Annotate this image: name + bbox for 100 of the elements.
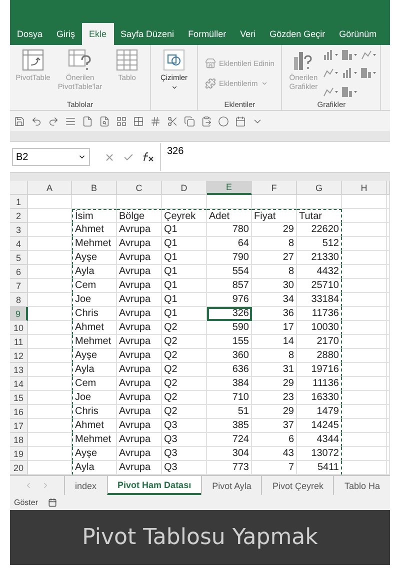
shapes-icon [163, 49, 185, 71]
grid-cell [342, 251, 387, 265]
table-cell: 23 [252, 391, 297, 405]
row-header[interactable]: 10 [10, 321, 28, 335]
calendar-icon[interactable] [235, 116, 246, 126]
row-header[interactable]: 15 [10, 391, 28, 405]
column-header[interactable]: B [72, 181, 117, 195]
table-cell: 22620 [297, 223, 342, 237]
table-cell: 512 [297, 237, 342, 251]
hash-icon[interactable] [150, 116, 161, 126]
column-header[interactable]: C [117, 181, 162, 195]
grid-cell [28, 405, 72, 419]
table-cell: Q1 [162, 307, 207, 321]
row-header[interactable]: 1 [10, 195, 28, 209]
sheet-tab[interactable]: Pivot Ham Datası [106, 476, 202, 495]
paste-icon[interactable] [201, 116, 212, 126]
table-cell: Q2 [162, 335, 207, 349]
table-cell: Chris [72, 405, 117, 419]
chart-icon[interactable] [323, 50, 340, 60]
table-cell: 976 [207, 293, 252, 307]
row-header[interactable]: 12 [10, 349, 28, 363]
row-header[interactable]: 16 [10, 405, 28, 419]
copy-icon[interactable] [184, 116, 195, 126]
row-header[interactable]: 20 [10, 461, 28, 475]
align-icon[interactable] [65, 116, 76, 126]
table-cell: 10030 [297, 321, 342, 335]
ribbon-tab[interactable]: Sayfa Düzeni [114, 23, 182, 45]
column-header[interactable]: D [162, 181, 207, 195]
enter-icon[interactable] [123, 152, 134, 162]
grid-cell [342, 279, 387, 293]
grid-icon[interactable] [116, 116, 127, 126]
column-header[interactable]: F [252, 181, 297, 195]
grid-cell [28, 209, 72, 223]
function-icon[interactable] [142, 152, 154, 162]
row-header[interactable]: 5 [10, 251, 28, 265]
table-cell: Ayşe [72, 349, 117, 363]
banner-title: Pivot Tablosu Yapmak [82, 525, 318, 550]
row-header[interactable]: 9 [10, 307, 28, 321]
preview-icon[interactable] [99, 116, 110, 126]
grid-cell [342, 433, 387, 447]
table-cell: 31 [252, 363, 297, 377]
row-header[interactable]: 7 [10, 279, 28, 293]
grid-cell [207, 195, 252, 209]
table-cell: Avrupa [117, 419, 162, 433]
row-header[interactable]: 6 [10, 265, 28, 279]
grid-cell [28, 447, 72, 461]
table-cell: Cem [72, 279, 117, 293]
borders-icon[interactable] [133, 116, 144, 126]
formula-field[interactable]: 326 [160, 143, 390, 171]
table-cell: 384 [207, 377, 252, 391]
ribbon-tab[interactable]: Görünüm [332, 23, 384, 45]
row-header[interactable]: 2 [10, 209, 28, 223]
chart-icon[interactable] [361, 68, 378, 78]
row-header[interactable]: 3 [10, 223, 28, 237]
row-header[interactable]: 11 [10, 335, 28, 349]
grid-cell [342, 405, 387, 419]
calendar-icon[interactable] [48, 498, 58, 507]
cut-icon[interactable] [167, 116, 178, 126]
chart-icon[interactable] [342, 50, 358, 60]
save-icon[interactable] [14, 116, 25, 126]
page-icon[interactable] [82, 116, 93, 126]
column-header[interactable]: H [342, 181, 387, 195]
column-header[interactable]: A [28, 181, 72, 195]
ribbon-tab[interactable]: Formüller [181, 23, 234, 45]
table-cell: 64 [207, 237, 252, 251]
row-header[interactable]: 17 [10, 419, 28, 433]
table-cell: 8 [252, 265, 297, 279]
table-cell: 724 [207, 433, 252, 447]
chart-icon[interactable] [323, 86, 340, 97]
grid-cell [28, 307, 72, 321]
redo-icon[interactable] [48, 116, 59, 126]
row-header[interactable]: 13 [10, 363, 28, 377]
ribbon-tab[interactable]: Dosya [10, 23, 50, 45]
row-header[interactable]: 19 [10, 447, 28, 461]
table-cell: 27 [252, 251, 297, 265]
ribbon-tab[interactable]: Giriş [50, 23, 82, 45]
name-box[interactable]: B2 [12, 148, 90, 166]
chart-icon[interactable] [323, 68, 340, 78]
circle-icon[interactable] [218, 116, 229, 126]
table-cell: Avrupa [117, 377, 162, 391]
row-header[interactable]: 4 [10, 237, 28, 251]
grid-cell [28, 251, 72, 265]
table-cell: 1479 [297, 405, 342, 419]
cancel-icon[interactable] [104, 152, 115, 162]
column-header[interactable]: E [207, 181, 252, 195]
chart-icon[interactable] [342, 86, 358, 97]
chart-icon[interactable] [342, 68, 358, 78]
table-cell: Avrupa [117, 293, 162, 307]
table-cell: 36 [252, 307, 297, 321]
chart-icon[interactable] [361, 50, 378, 60]
row-header[interactable]: 14 [10, 377, 28, 391]
table-cell: Ayla [72, 265, 117, 279]
undo-icon[interactable] [31, 116, 42, 126]
ribbon-tab[interactable]: Veri [233, 23, 263, 45]
row-header[interactable]: 8 [10, 293, 28, 307]
table-cell: 385 [207, 419, 252, 433]
ribbon-tab[interactable]: Gözden Geçir [262, 23, 332, 45]
row-header[interactable]: 18 [10, 433, 28, 447]
ribbon-tab[interactable]: Ekle [82, 23, 114, 45]
column-header[interactable]: G [297, 181, 342, 195]
